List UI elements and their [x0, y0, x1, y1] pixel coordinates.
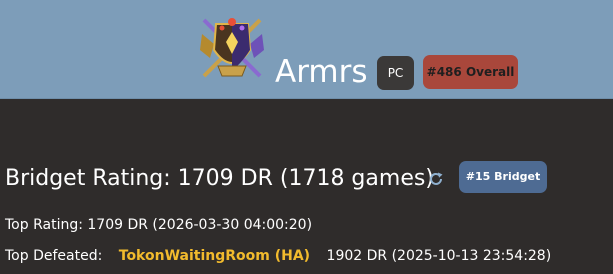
player-name: Armrs [275, 54, 368, 90]
top-defeated-row: Top Defeated: TokonWaitingRoom (HA) 1902… [5, 247, 551, 265]
rank-crest-icon [200, 18, 264, 78]
top-rating: Top Rating: 1709 DR (2026-03-30 04:00:20… [5, 217, 313, 233]
character-rating-title: Bridget Rating: 1709 DR (1718 games) [5, 166, 434, 191]
top-defeated-label: Top Defeated: [5, 248, 103, 264]
platform-badge: PC [377, 56, 414, 90]
overall-rank-badge[interactable]: #486 Overall [423, 55, 518, 89]
top-defeated-details: 1902 DR (2025-10-13 23:54:28) [326, 248, 552, 264]
refresh-icon[interactable] [427, 170, 445, 188]
character-rank-badge[interactable]: #15 Bridget [459, 161, 547, 193]
top-defeated-opponent-link[interactable]: TokonWaitingRoom (HA) [119, 248, 310, 264]
profile-header: Armrs PC #486 Overall [0, 0, 613, 99]
